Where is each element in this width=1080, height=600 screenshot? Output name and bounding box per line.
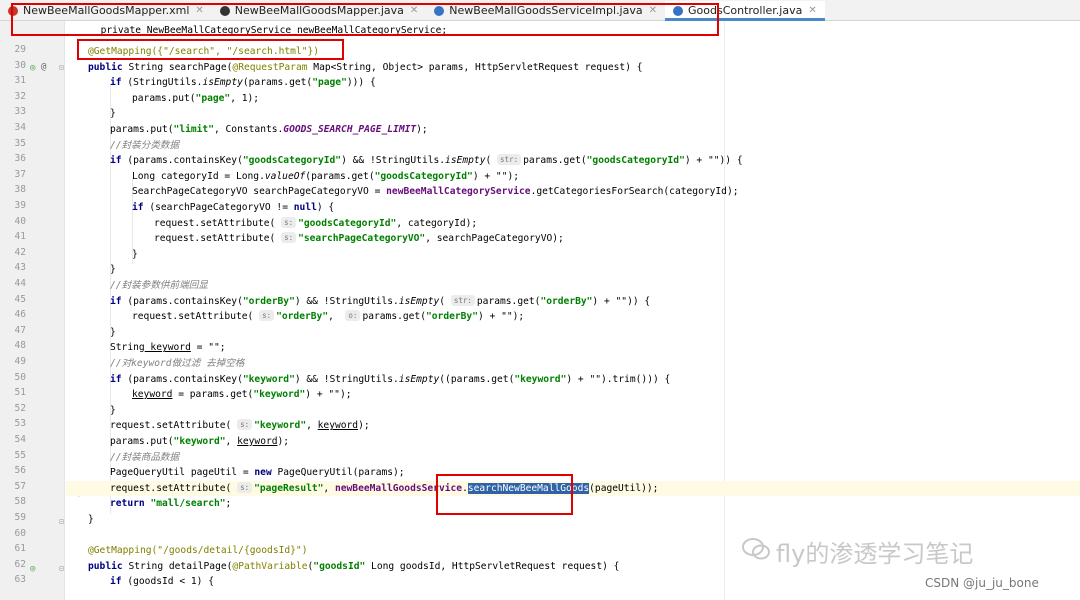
line-number: 30 — [14, 59, 26, 71]
parameter-hint: s: — [237, 481, 253, 493]
line-number: 39 — [14, 200, 26, 211]
line-number: 49 — [14, 356, 26, 367]
code-line-35: //封装分类数据 — [110, 139, 180, 151]
line-number: 47 — [14, 324, 26, 336]
line-number: 38 — [14, 184, 26, 196]
watermark-text: fly的渗透学习笔记 — [776, 540, 974, 568]
line-number: 50 — [14, 371, 26, 383]
close-icon[interactable]: ✕ — [808, 5, 816, 16]
annotation-icon[interactable]: @ — [41, 62, 46, 72]
spring-bean-icon[interactable]: ◎ — [30, 564, 35, 574]
code-line-36: if (params.containsKey("goodsCategoryId"… — [110, 154, 743, 167]
wechat-icon — [742, 538, 770, 560]
code-line-33: } — [110, 108, 116, 120]
line-number: 31 — [14, 75, 26, 87]
line-number: 44 — [14, 278, 26, 289]
code-line-50: if (params.containsKey("keyword") && !St… — [110, 373, 671, 385]
line-number: 52 — [14, 402, 26, 414]
code-line-43: } — [110, 264, 116, 276]
code-line-49: //对keyword做过滤 去掉空格 — [110, 358, 245, 369]
line-number: 59 — [14, 512, 26, 523]
line-number: 54 — [14, 434, 26, 445]
line-number: 45 — [14, 293, 26, 305]
annotation-box-getmapping — [77, 39, 344, 60]
code-line-54: params.put("keyword", keyword); — [110, 436, 290, 447]
code-line-34: params.put("limit", Constants.GOODS_SEAR… — [110, 124, 428, 135]
line-number: 48 — [14, 340, 26, 352]
code-line-59: } — [88, 514, 94, 525]
line-number: 32 — [14, 90, 26, 102]
line-number: 33 — [14, 106, 26, 118]
code-line-58: return "mall/search"; — [110, 498, 232, 510]
parameter-hint: s: — [281, 232, 297, 244]
parameter-hint: s: — [237, 419, 253, 431]
code-line-51: keyword = params.get("keyword") + ""); — [132, 389, 352, 401]
line-number: 43 — [14, 262, 26, 274]
code-line-45: if (params.containsKey("orderBy") && !St… — [110, 294, 651, 307]
csdn-credit: CSDN @ju_ju_bone — [925, 576, 1039, 590]
fold-icon[interactable]: ⊟ — [59, 564, 64, 573]
code-line-46: request.setAttribute( s: "orderBy", o: par… — [132, 310, 525, 323]
parameter-hint: str: — [450, 294, 475, 306]
code-line-57-current: request.setAttribute( s: "pageResult", ne… — [66, 480, 1080, 497]
line-number: 29 — [14, 44, 26, 55]
line-number: 35 — [14, 137, 26, 149]
spring-bean-icon[interactable]: ◎ — [30, 63, 35, 73]
fold-icon[interactable]: ⊟ — [59, 517, 64, 526]
line-number: 55 — [14, 449, 26, 461]
line-number: 56 — [14, 465, 26, 477]
code-line-52: } — [110, 404, 116, 416]
line-number: 34 — [14, 122, 26, 133]
line-number: 46 — [14, 309, 26, 321]
line-number: 37 — [14, 168, 26, 180]
line-number: 42 — [14, 246, 26, 258]
parameter-hint: o: — [345, 310, 361, 322]
code-line-40: request.setAttribute( s: "goodsCategoryId… — [154, 216, 478, 229]
line-number: 58 — [14, 496, 26, 508]
code-line-41: request.setAttribute( s: "searchPageCateg… — [154, 232, 564, 245]
code-line-48: String keyword = ""; — [110, 342, 226, 354]
parameter-hint: str: — [497, 154, 522, 166]
code-line-44: //封装参数供前端回显 — [110, 280, 208, 291]
annotation-box-tabs — [11, 3, 719, 36]
parameter-hint: s: — [281, 216, 297, 228]
code-line-38: SearchPageCategoryVO searchPageCategoryV… — [132, 186, 739, 198]
code-line-31: if (StringUtils.isEmpty(params.get("page… — [110, 77, 376, 89]
code-line-55: //封装商品数据 — [110, 451, 180, 463]
code-line-37: Long categoryId = Long.valueOf(params.ge… — [132, 170, 520, 182]
code-line-32: params.put("page", 1); — [132, 92, 260, 104]
code-line-53: request.setAttribute( s: "keyword", keywo… — [110, 419, 370, 432]
line-number: 36 — [14, 153, 26, 165]
line-number: 51 — [14, 387, 26, 399]
line-number: 60 — [14, 527, 26, 539]
line-number: 63 — [14, 574, 26, 586]
line-number: 53 — [14, 418, 26, 430]
line-number: 57 — [14, 480, 26, 492]
code-line-42: } — [132, 248, 138, 260]
code-line-30: public String searchPage(@RequestParam M… — [88, 61, 643, 73]
parameter-hint: s: — [259, 310, 275, 322]
code-editor[interactable]: @GetMapping({"/search", "/search.html"})… — [66, 21, 1080, 600]
line-number: 41 — [14, 231, 26, 243]
line-number: 40 — [14, 215, 26, 227]
line-number: 61 — [14, 543, 26, 555]
annotation-box-search-method — [436, 474, 573, 515]
fold-icon[interactable]: ⊟ — [59, 63, 64, 72]
code-line-56: PageQueryUtil pageUtil = new PageQueryUt… — [110, 467, 405, 479]
code-line-47: } — [110, 326, 116, 338]
line-number: 62 — [14, 558, 26, 570]
code-line-39: if (searchPageCategoryVO != null) { — [132, 202, 335, 213]
